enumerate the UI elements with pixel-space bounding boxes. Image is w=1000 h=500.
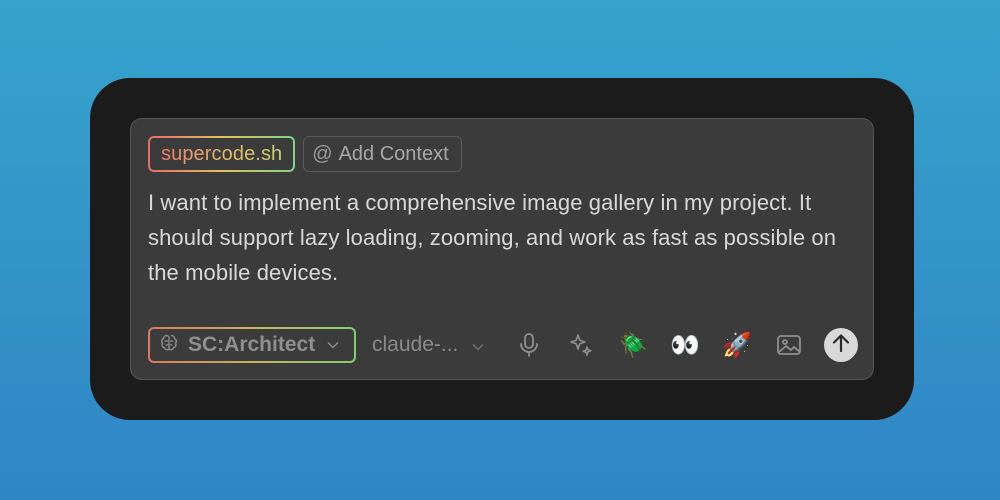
image-icon[interactable] xyxy=(772,328,806,362)
mode-label: SC:Architect xyxy=(188,333,316,356)
brain-icon xyxy=(158,332,180,359)
eyes-icon[interactable]: 👀 xyxy=(668,328,702,362)
prompt-input[interactable]: I want to implement a comprehensive imag… xyxy=(148,185,848,290)
sparkles-icon[interactable] xyxy=(564,328,598,362)
send-arrow-icon xyxy=(832,333,850,358)
model-label: claude-... xyxy=(372,333,459,356)
microphone-icon[interactable] xyxy=(512,328,546,362)
prompt-panel: supercode.sh @ Add Context I want to imp… xyxy=(130,118,874,380)
chevron-down-icon xyxy=(327,338,339,352)
supercode-chip[interactable]: supercode.sh xyxy=(148,136,295,172)
rocket-icon[interactable]: 🚀 xyxy=(720,328,754,362)
mode-selector[interactable]: SC:Architect xyxy=(148,327,356,363)
prompt-toolbar: SC:Architect claude-... 🪲 👀 🚀 xyxy=(148,327,858,363)
supercode-chip-label: supercode.sh xyxy=(161,142,283,165)
add-context-button[interactable]: @ Add Context xyxy=(303,136,462,172)
chevron-down-icon xyxy=(472,333,484,357)
bug-icon[interactable]: 🪲 xyxy=(616,328,650,362)
context-chips: supercode.sh @ Add Context xyxy=(148,136,462,172)
model-selector[interactable]: claude-... xyxy=(372,333,484,357)
at-icon: @ xyxy=(312,142,333,165)
action-icons: 🪲 👀 🚀 xyxy=(512,328,858,362)
send-button[interactable] xyxy=(824,328,858,362)
add-context-label: Add Context xyxy=(338,142,449,165)
app-frame: supercode.sh @ Add Context I want to imp… xyxy=(90,78,914,420)
